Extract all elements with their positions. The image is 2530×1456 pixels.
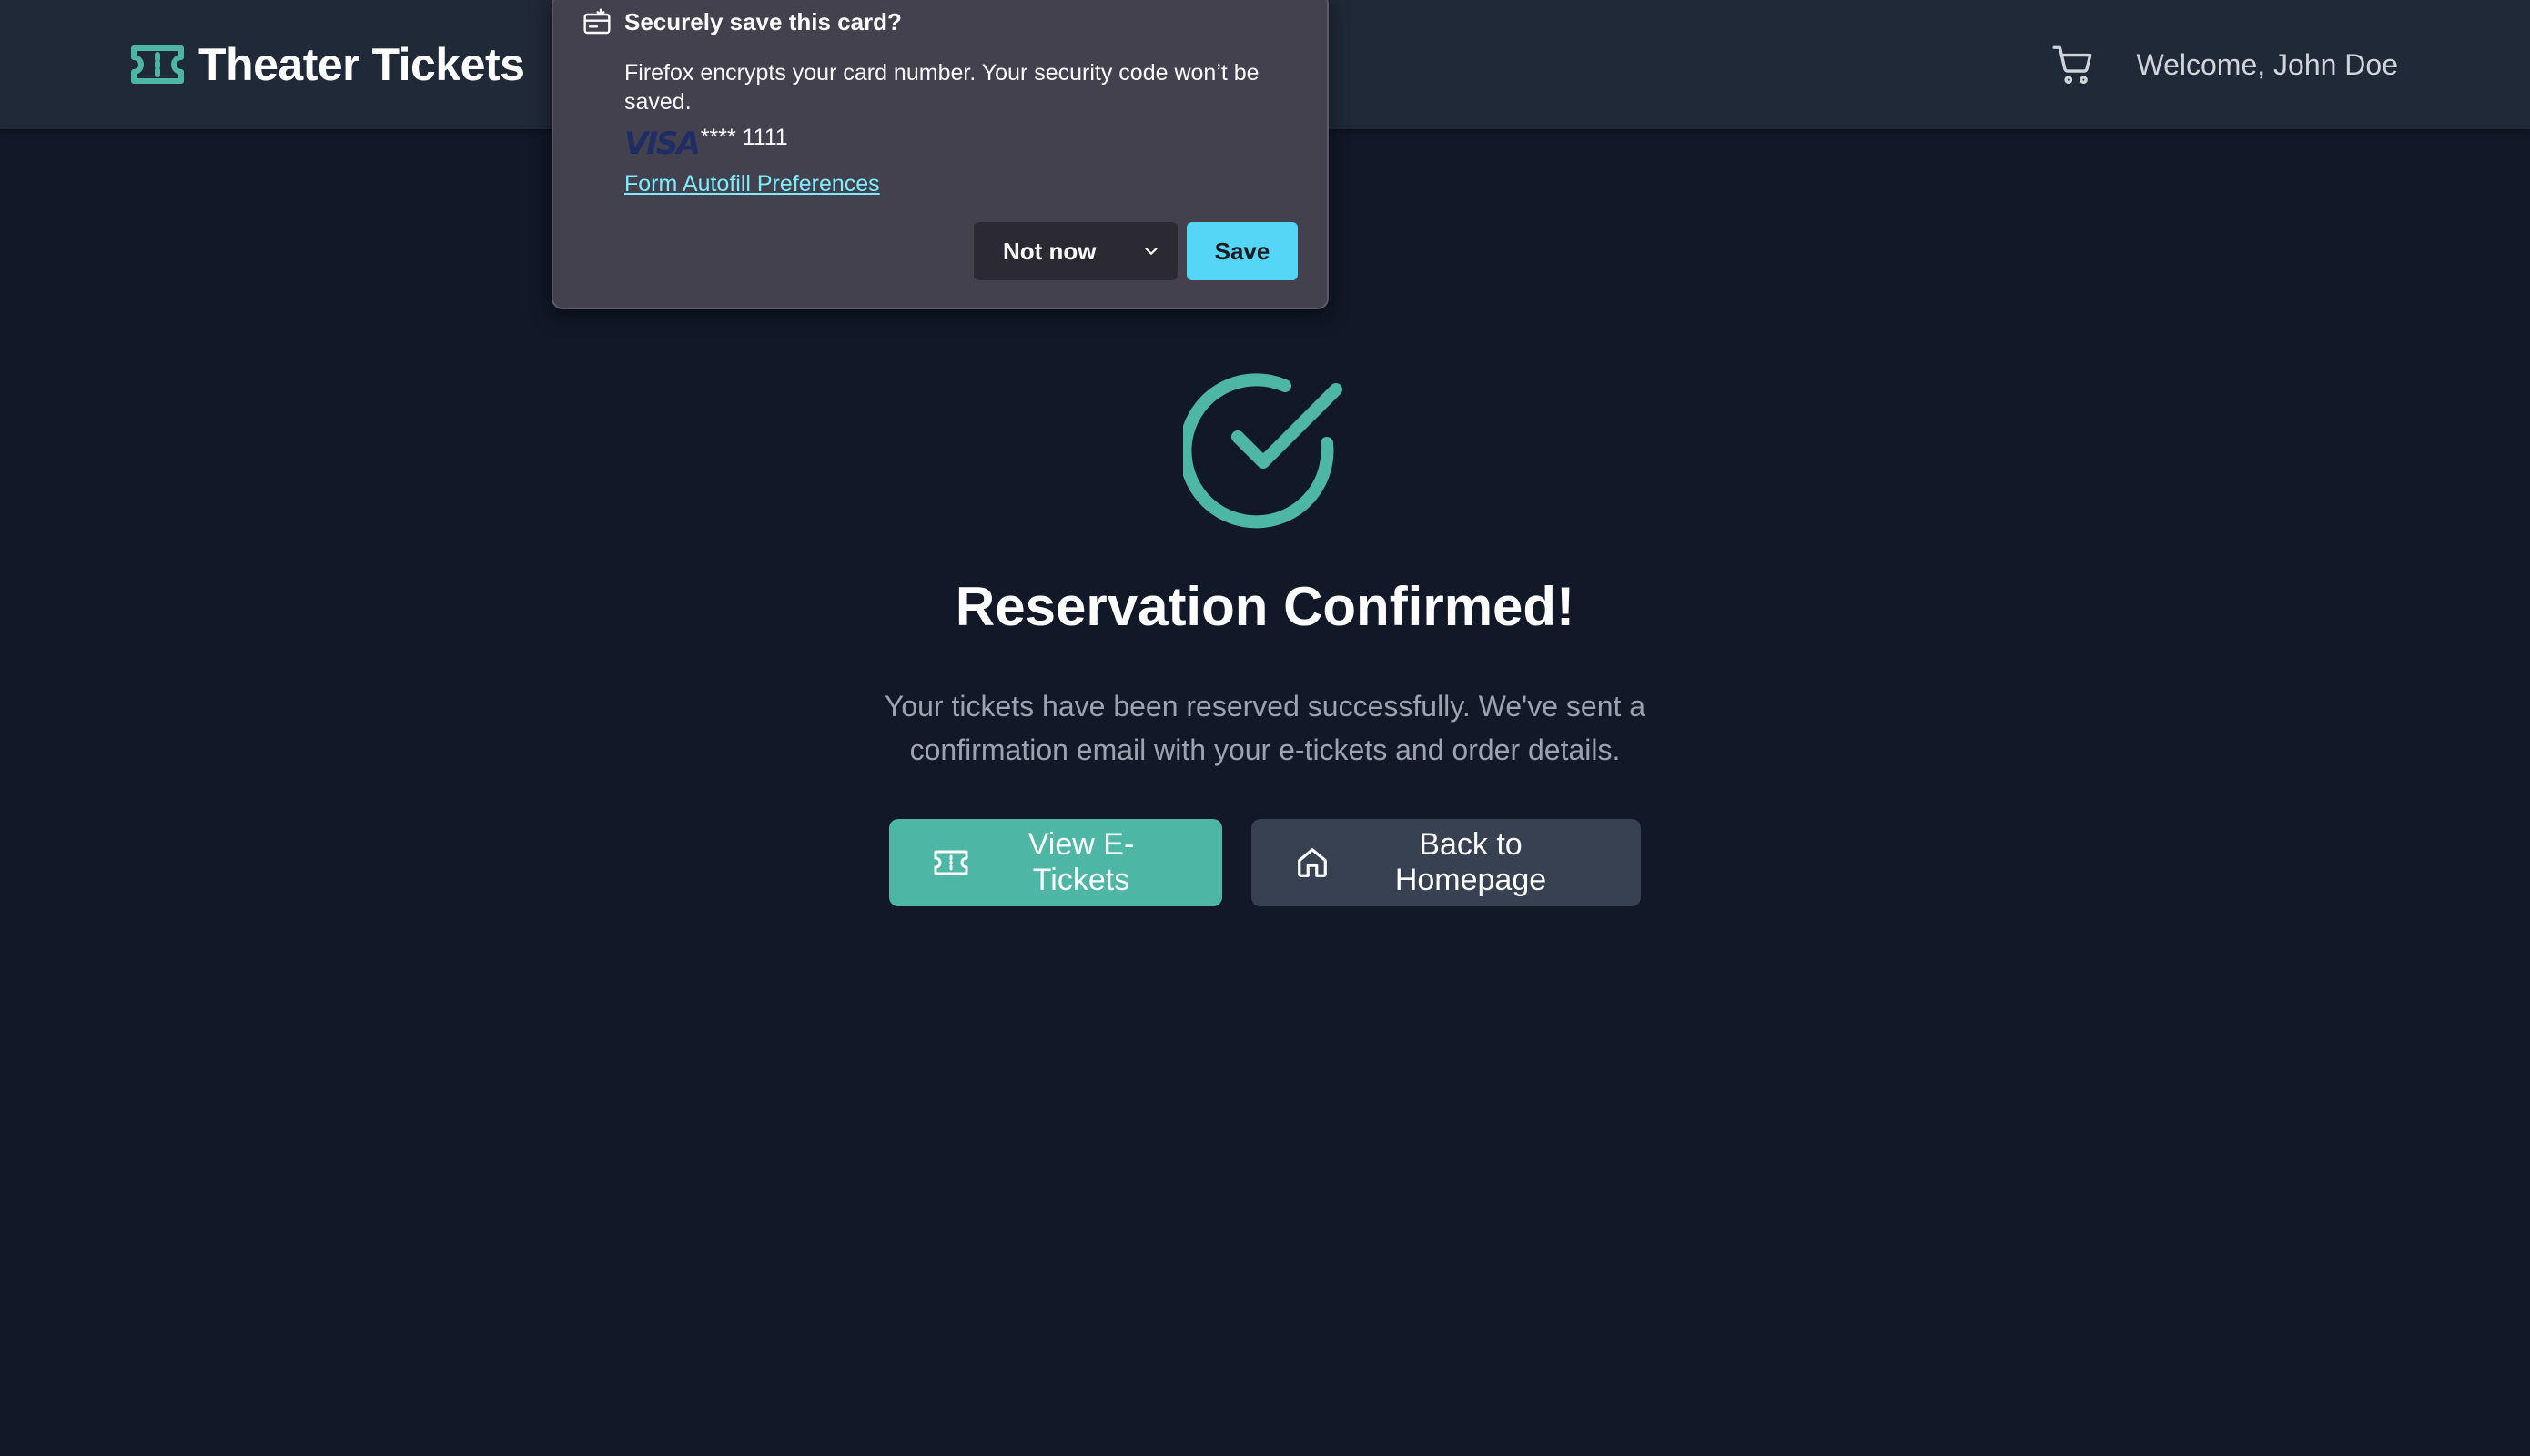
card-summary: VISA **** 1111 (624, 124, 788, 160)
check-circle-icon (1183, 373, 1342, 529)
masked-card-number: **** 1111 (700, 125, 788, 150)
page-title: Reservation Confirmed! (955, 576, 1575, 637)
credit-card-icon (583, 8, 611, 35)
ticket-icon (934, 850, 968, 875)
save-card-button[interactable]: Save (1187, 222, 1298, 280)
not-now-button[interactable]: Not now (974, 222, 1178, 280)
page: Theater Tickets Welcome, John Doe Reserv… (0, 0, 2530, 1456)
save-card-popup: Securely save this card? Firefox encrypt… (552, 0, 1329, 309)
welcome-text: Welcome, John Doe (2136, 47, 2398, 81)
popup-buttons: Not now Save (974, 222, 1298, 280)
cart-icon[interactable] (2045, 36, 2101, 93)
view-etickets-label: View E-Tickets (1027, 827, 1135, 897)
popup-message: Firefox encrypts your card number. Your … (624, 60, 1260, 115)
chevron-down-icon[interactable] (1141, 241, 1161, 261)
popup-title: Securely save this card? (624, 7, 902, 35)
popup-header: Securely save this card? (582, 7, 902, 36)
home-icon (1298, 848, 1327, 877)
not-now-label: Not now (1003, 237, 1097, 265)
confirmation-message: Your tickets have been reserved successf… (884, 690, 1646, 766)
form-autofill-preferences-link[interactable]: Form Autofill Preferences (624, 171, 880, 197)
back-to-homepage-label: Back to Homepage (1394, 827, 1547, 897)
action-buttons: View E-Tickets Back to Homepage (0, 819, 2530, 906)
header-right: Welcome, John Doe (2045, 36, 2398, 93)
confirmation-main: Reservation Confirmed! Your tickets have… (0, 129, 2530, 1456)
ticket-icon (129, 36, 186, 93)
brand-link[interactable]: Theater Tickets (129, 36, 525, 93)
view-etickets-button[interactable]: View E-Tickets (889, 819, 1222, 906)
brand-title: Theater Tickets (198, 39, 525, 90)
visa-logo: VISA (624, 126, 701, 162)
back-to-homepage-button[interactable]: Back to Homepage (1251, 819, 1641, 906)
